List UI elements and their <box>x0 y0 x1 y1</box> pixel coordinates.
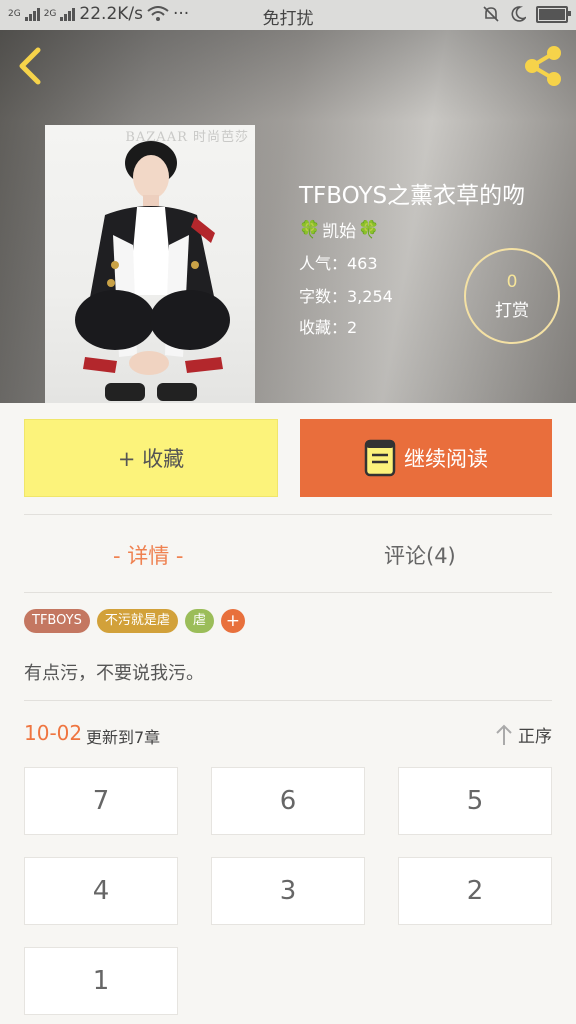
popularity-stat: 人气：463 <box>299 254 378 273</box>
reward-label: 打赏 <box>495 301 529 321</box>
back-button[interactable] <box>12 44 52 88</box>
divider <box>24 592 552 593</box>
divider <box>24 514 552 515</box>
chapter-button[interactable]: 2 <box>398 857 552 925</box>
word-count-stat: 字数：3,254 <box>299 287 393 306</box>
chapter-button[interactable]: 6 <box>211 767 365 835</box>
status-right <box>482 5 571 23</box>
sort-button[interactable]: 正序 <box>494 722 552 747</box>
chapter-button[interactable]: 4 <box>24 857 178 925</box>
tag-buwu[interactable]: 不污就是虐 <box>96 609 178 633</box>
clover-icon: 🍀 <box>299 219 321 240</box>
continue-reading-label: 继续阅读 <box>404 447 488 471</box>
mute-bell-icon <box>483 6 499 22</box>
book-icon <box>364 439 396 477</box>
status-bar: 2G 2G 22.2K/s ··· 免打扰 <box>0 0 576 30</box>
reward-count: 0 <box>506 272 518 292</box>
reward-button[interactable]: 0 打赏 <box>464 248 560 344</box>
favorites-stat: 收藏：2 <box>299 318 358 337</box>
continue-reading-button[interactable]: 继续阅读 <box>300 419 552 497</box>
tag-nue[interactable]: 虐 <box>184 609 214 633</box>
cover-figure <box>75 141 230 401</box>
add-tag-button[interactable]: + <box>220 609 245 633</box>
tab-comments[interactable]: 评论(4) <box>384 540 456 570</box>
book-description: 有点污，不要说我污。 <box>24 663 204 684</box>
book-header: BAZAAR 时尚芭莎 TFBOYS之薰衣草的吻 🍀 凯始 🍀 人气：463 字… <box>0 0 576 403</box>
arrow-up-icon <box>496 724 512 745</box>
add-favorite-button[interactable]: + 收藏 <box>24 419 278 497</box>
tab-detail[interactable]: - 详情 - <box>113 540 184 570</box>
clover-icon: 🍀 <box>358 219 380 240</box>
chevron-left-icon <box>19 47 41 85</box>
book-cover[interactable]: BAZAAR 时尚芭莎 <box>45 125 255 403</box>
share-icon <box>525 46 561 86</box>
chapter-button[interactable]: 5 <box>398 767 552 835</box>
book-title: TFBOYS之薰衣草的吻 <box>299 183 526 209</box>
tag-list: TFBOYS 不污就是虐 虐 + <box>24 609 245 633</box>
chapter-button[interactable]: 1 <box>24 947 178 1015</box>
update-date: 10-02 <box>24 721 83 745</box>
author-name[interactable]: 🍀 凯始 🍀 <box>299 217 380 243</box>
chapter-button[interactable]: 7 <box>24 767 178 835</box>
share-button[interactable] <box>520 44 566 88</box>
battery-icon <box>536 5 571 23</box>
moon-icon <box>511 6 526 22</box>
chapter-button[interactable]: 3 <box>211 857 365 925</box>
sort-label: 正序 <box>518 727 552 747</box>
tag-tfboys[interactable]: TFBOYS <box>24 609 90 633</box>
divider <box>24 700 552 701</box>
update-text: 更新到7章 <box>86 728 161 747</box>
author-label: 凯始 <box>322 222 357 242</box>
